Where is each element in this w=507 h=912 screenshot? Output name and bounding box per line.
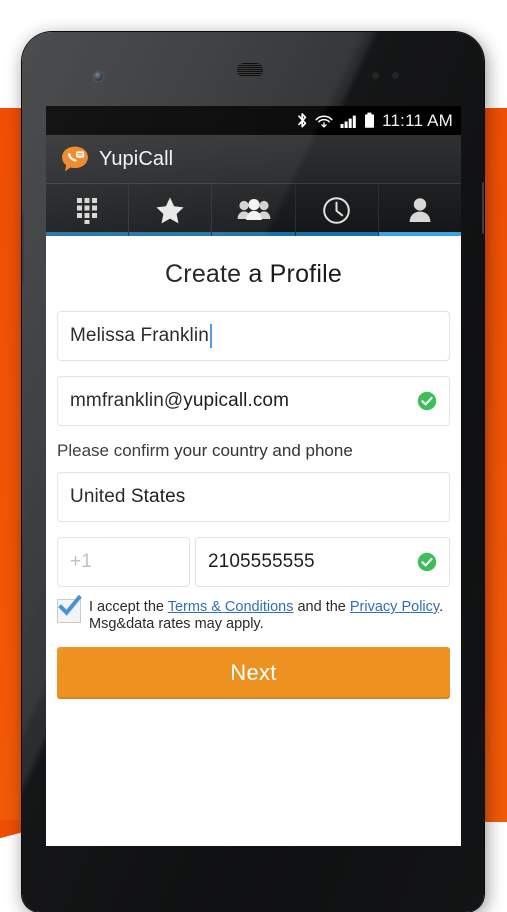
tab-underline bbox=[129, 232, 212, 236]
terms-acceptance-row: I accept the Terms & Conditions and the … bbox=[57, 594, 450, 633]
terms-second-line: Msg&data rates may apply. bbox=[89, 616, 264, 632]
next-button[interactable]: Next bbox=[57, 647, 450, 699]
name-input-value: Melissa Franklin bbox=[70, 325, 209, 346]
cellular-signal-icon bbox=[340, 113, 357, 129]
name-input[interactable]: Melissa Franklin bbox=[57, 311, 450, 361]
terms-suffix: . bbox=[439, 599, 444, 615]
terms-prefix: I accept the bbox=[89, 599, 168, 615]
tab-underline-active bbox=[378, 232, 461, 236]
dialpad-icon bbox=[75, 196, 99, 224]
status-bar: 11:11 AM bbox=[46, 106, 461, 135]
text-caret bbox=[209, 324, 212, 348]
status-bar-clock: 11:11 AM bbox=[382, 110, 453, 130]
terms-checkbox[interactable] bbox=[57, 594, 82, 623]
checkmark-icon bbox=[58, 594, 82, 616]
email-valid-check-icon bbox=[417, 391, 437, 411]
person-icon bbox=[408, 197, 432, 224]
phone-number-value: 2105555555 bbox=[208, 551, 315, 572]
country-code-input[interactable]: +1 bbox=[57, 537, 190, 587]
page-title: Create a Profile bbox=[165, 260, 342, 288]
email-input[interactable]: mmfranklin@yupicall.com bbox=[57, 376, 450, 426]
screenshot-stage: 11:11 AM YupiCall Create a Profile Melis… bbox=[0, 0, 507, 912]
tab-underline bbox=[46, 232, 129, 236]
phone-screen: 11:11 AM YupiCall Create a Profile Melis… bbox=[46, 106, 461, 846]
proximity-sensor-icon bbox=[372, 72, 379, 79]
tab-dialpad[interactable] bbox=[46, 184, 130, 236]
tab-recents[interactable] bbox=[295, 184, 379, 236]
people-icon bbox=[237, 198, 271, 222]
privacy-policy-link[interactable]: Privacy Policy bbox=[350, 599, 439, 615]
next-button-label: Next bbox=[230, 660, 277, 685]
country-code-value: +1 bbox=[70, 551, 92, 572]
country-select[interactable]: United States bbox=[57, 472, 450, 522]
terms-text: I accept the Terms & Conditions and the … bbox=[89, 598, 443, 633]
wifi-icon bbox=[315, 112, 333, 129]
yupicall-logo-icon bbox=[60, 144, 90, 174]
country-select-value: United States bbox=[70, 486, 186, 507]
terms-middle: and the bbox=[293, 599, 350, 615]
phone-valid-check-icon bbox=[417, 552, 437, 572]
front-camera-icon bbox=[94, 72, 103, 81]
light-sensor-icon bbox=[392, 72, 399, 79]
star-icon bbox=[155, 196, 185, 225]
app-action-bar: YupiCall bbox=[46, 135, 461, 184]
phone-top-sensors bbox=[22, 32, 484, 110]
power-button[interactable] bbox=[482, 182, 484, 234]
tab-contacts[interactable] bbox=[212, 184, 296, 236]
tab-underline bbox=[295, 232, 378, 236]
phone-number-row: +1 2105555555 bbox=[57, 537, 450, 587]
tab-favorites[interactable] bbox=[129, 184, 213, 236]
bluetooth-icon bbox=[297, 112, 308, 129]
earpiece-speaker-icon bbox=[236, 62, 264, 78]
battery-icon bbox=[364, 112, 375, 129]
country-phone-label: Please confirm your country and phone bbox=[57, 441, 353, 460]
tab-profile[interactable] bbox=[378, 184, 461, 236]
clock-icon bbox=[322, 196, 351, 225]
app-title: YupiCall bbox=[99, 147, 174, 170]
terms-conditions-link[interactable]: Terms & Conditions bbox=[168, 599, 294, 615]
phone-number-input[interactable]: 2105555555 bbox=[195, 537, 450, 587]
email-input-value: mmfranklin@yupicall.com bbox=[70, 390, 290, 411]
phone-device-mockup: 11:11 AM YupiCall Create a Profile Melis… bbox=[22, 32, 484, 912]
tab-bar bbox=[46, 184, 461, 236]
status-bar-icons bbox=[297, 112, 375, 129]
volume-button[interactable] bbox=[22, 212, 24, 284]
create-profile-form: Create a Profile Melissa Franklin mmfran… bbox=[46, 260, 461, 846]
tab-underline bbox=[212, 232, 295, 236]
